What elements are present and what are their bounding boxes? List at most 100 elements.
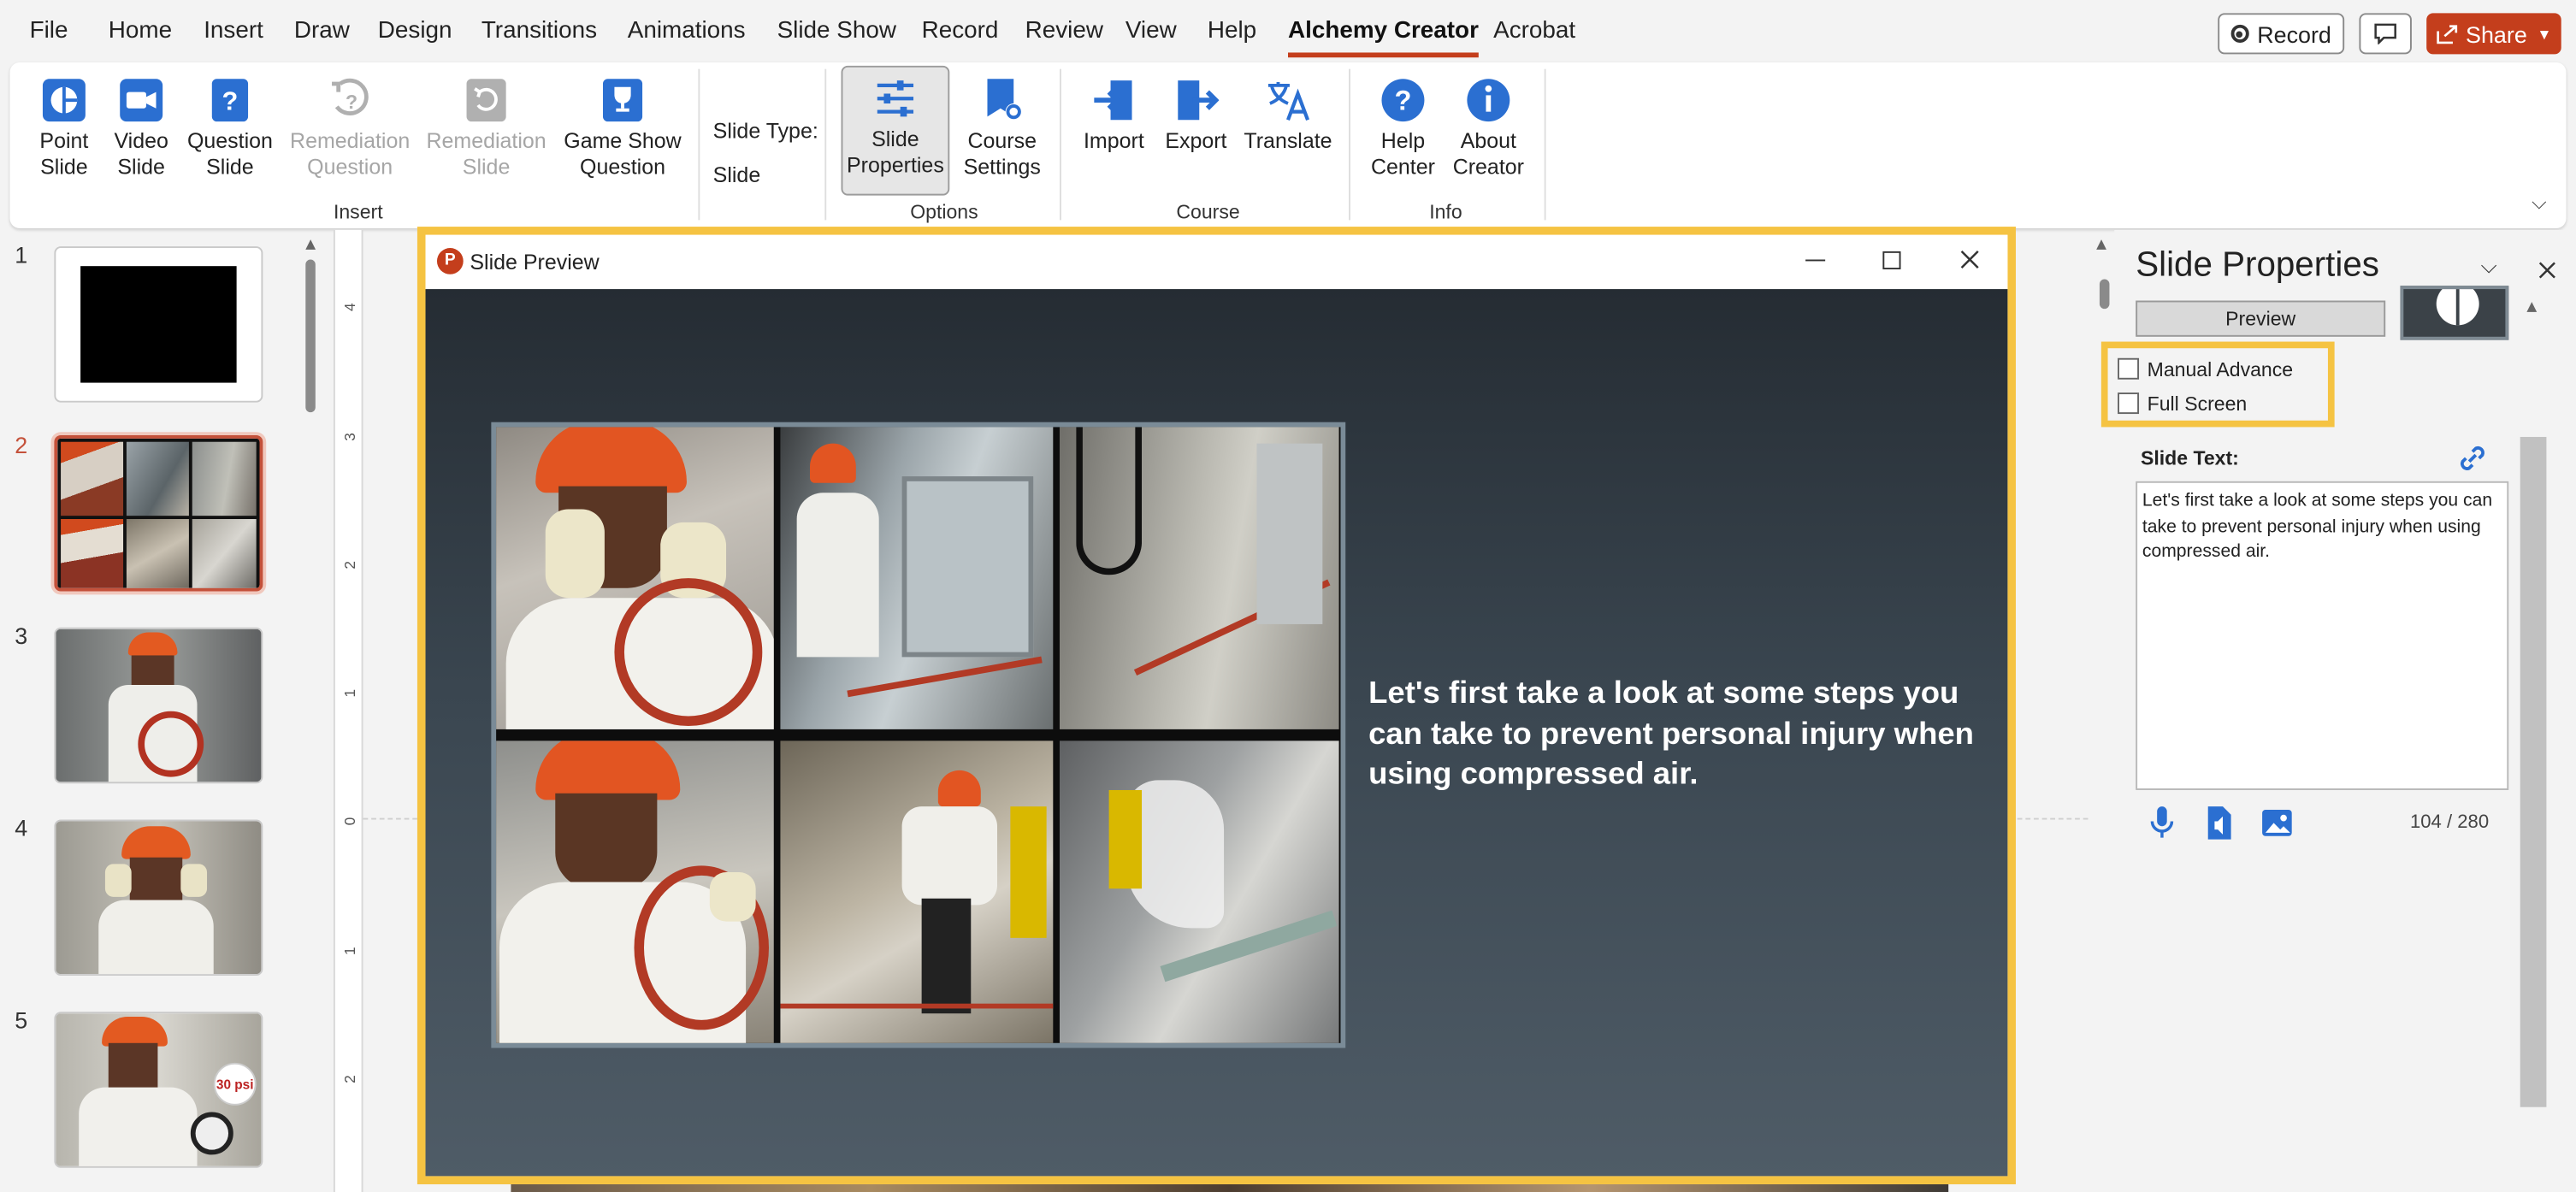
export-icon bbox=[1178, 80, 1220, 121]
group-label-info: Info bbox=[1429, 200, 1462, 224]
full-screen-checkbox[interactable] bbox=[2118, 392, 2140, 415]
menu-animations[interactable]: Animations bbox=[628, 18, 746, 44]
menu-slide-show[interactable]: Slide Show bbox=[777, 18, 896, 44]
slide-thumbnail-3[interactable] bbox=[54, 627, 263, 784]
menu-file[interactable]: File bbox=[30, 18, 68, 44]
close-icon[interactable] bbox=[1960, 250, 1980, 269]
slide-thumbnail-4[interactable] bbox=[54, 819, 263, 977]
remediation-question-button[interactable]: ? Remediation Question bbox=[289, 69, 411, 198]
share-icon bbox=[2437, 24, 2457, 44]
ribbon-separator bbox=[1059, 68, 1061, 221]
help-center-button[interactable]: ? Help Center bbox=[1367, 69, 1439, 198]
preview-title: Slide Preview bbox=[470, 249, 600, 274]
remediation-question-label-1: Remediation bbox=[290, 127, 411, 153]
psi-badge: 30 psi bbox=[213, 1062, 257, 1106]
microphone-icon[interactable] bbox=[2148, 805, 2177, 841]
svg-text:?: ? bbox=[346, 91, 357, 113]
slide-text-textarea[interactable]: Let's first take a look at some steps yo… bbox=[2136, 481, 2509, 790]
svg-text:?: ? bbox=[222, 86, 239, 116]
slide-text-label: Slide Text: bbox=[2140, 446, 2239, 470]
menu-view[interactable]: View bbox=[1126, 18, 1177, 44]
pane-close-icon[interactable] bbox=[2538, 261, 2556, 279]
link-icon[interactable] bbox=[2455, 440, 2490, 476]
video-slide-button[interactable]: Video Slide bbox=[109, 69, 174, 198]
export-label: Export bbox=[1165, 127, 1227, 153]
game-show-question-button[interactable]: Game Show Question bbox=[562, 69, 683, 198]
menu-bar: File Home Insert Draw Design Transitions… bbox=[0, 0, 2576, 66]
menu-alchemy-creator[interactable]: Alchemy Creator bbox=[1288, 18, 1480, 58]
photo-collage bbox=[491, 422, 1346, 1048]
slide-thumbnail-2[interactable] bbox=[54, 435, 263, 592]
translate-button[interactable]: Translate bbox=[1242, 69, 1334, 198]
slide-type-value: Slide bbox=[712, 162, 761, 187]
slide-type-preview-image bbox=[2400, 286, 2509, 340]
slide-number: 2 bbox=[15, 432, 28, 458]
group-label-course: Course bbox=[1176, 200, 1240, 224]
import-label: Import bbox=[1083, 127, 1144, 153]
photo-worker-gloves bbox=[496, 427, 774, 729]
menu-review[interactable]: Review bbox=[1025, 18, 1103, 44]
pressure-gauge bbox=[190, 1112, 233, 1155]
manual-advance-checkbox[interactable] bbox=[2118, 357, 2140, 380]
collapse-ribbon-icon[interactable]: ⌵ bbox=[2532, 191, 2546, 215]
slide-thumbnail-5[interactable]: 30 psi bbox=[54, 1012, 263, 1168]
slide-properties-label-1: Slide bbox=[871, 126, 919, 151]
group-label-options: Options bbox=[910, 200, 978, 224]
comments-button[interactable] bbox=[2359, 13, 2412, 55]
question-slide-button[interactable]: ? Question Slide bbox=[187, 69, 273, 198]
ribbon-separator bbox=[1349, 68, 1350, 221]
photo-worker-hose-coil bbox=[496, 741, 774, 1043]
powerpoint-icon: P bbox=[436, 248, 464, 274]
photo-machinery-plastic bbox=[1059, 741, 1339, 1043]
svg-text:?: ? bbox=[1394, 85, 1411, 116]
menu-help[interactable]: Help bbox=[1208, 18, 1256, 44]
menu-transitions[interactable]: Transitions bbox=[482, 18, 597, 44]
thumbnail-scrollbar[interactable]: ▲ bbox=[302, 230, 322, 1192]
video-slide-label-2: Slide bbox=[117, 154, 165, 180]
point-slide-button[interactable]: Point Slide bbox=[31, 69, 97, 198]
sliders-icon bbox=[877, 80, 914, 117]
export-button[interactable]: Export bbox=[1160, 69, 1232, 198]
minimize-icon[interactable] bbox=[1805, 259, 1826, 262]
manual-advance-label: Manual Advance bbox=[2147, 357, 2294, 381]
slide-number: 1 bbox=[15, 241, 28, 268]
slide-thumbnail-1[interactable] bbox=[54, 246, 263, 403]
remediation-slide-label-1: Remediation bbox=[426, 127, 547, 153]
menu-record[interactable]: Record bbox=[922, 18, 999, 44]
slide-properties-pane: Slide Properties ⌵ Preview Manual Advanc… bbox=[2100, 229, 2576, 1192]
slide-body-text: Let's first take a look at some steps yo… bbox=[1368, 676, 1974, 792]
scrollbar-thumb[interactable] bbox=[305, 259, 316, 413]
point-slide-icon bbox=[42, 79, 86, 122]
menu-acrobat[interactable]: Acrobat bbox=[1493, 18, 1575, 44]
pane-scrollbar[interactable]: ▲ bbox=[2520, 296, 2547, 1192]
share-button[interactable]: Share ▼ bbox=[2426, 13, 2561, 55]
point-slide-label-1: Point bbox=[39, 127, 89, 153]
game-show-question-label-1: Game Show bbox=[564, 127, 682, 153]
menu-home[interactable]: Home bbox=[109, 18, 172, 44]
image-icon[interactable] bbox=[2260, 806, 2293, 839]
full-screen-label: Full Screen bbox=[2147, 392, 2248, 416]
slide-number: 3 bbox=[15, 623, 28, 649]
question-slide-label-1: Question bbox=[186, 127, 273, 153]
slide-properties-button[interactable]: Slide Properties bbox=[841, 65, 950, 196]
preview-button[interactable]: Preview bbox=[2136, 300, 2386, 337]
pane-options-chevron-icon[interactable]: ⌵ bbox=[2481, 255, 2497, 280]
course-settings-button[interactable]: Course Settings bbox=[960, 69, 1045, 198]
menu-insert[interactable]: Insert bbox=[204, 18, 263, 44]
about-creator-label-2: Creator bbox=[1452, 154, 1524, 180]
audio-file-icon[interactable] bbox=[2203, 805, 2236, 841]
menu-design[interactable]: Design bbox=[378, 18, 452, 44]
about-creator-button[interactable]: About Creator bbox=[1449, 69, 1527, 198]
pane-title: Slide Properties bbox=[2136, 246, 2379, 285]
import-button[interactable]: Import bbox=[1078, 69, 1150, 198]
slide-thumbnail-pane: 1 2 3 4 5 30 psi bbox=[0, 230, 296, 1192]
vertical-ruler: 4 3 2 1 0 1 2 bbox=[333, 229, 363, 1192]
remediation-slide-button[interactable]: Remediation Slide bbox=[426, 69, 547, 198]
maximize-icon[interactable] bbox=[1882, 251, 1901, 270]
video-slide-label-1: Video bbox=[114, 127, 168, 153]
photo-hose-floor bbox=[1059, 427, 1339, 729]
point-slide-label-2: Slide bbox=[40, 154, 88, 180]
ribbon-separator bbox=[1544, 68, 1546, 221]
record-button[interactable]: Record bbox=[2218, 13, 2345, 55]
menu-draw[interactable]: Draw bbox=[294, 18, 350, 44]
